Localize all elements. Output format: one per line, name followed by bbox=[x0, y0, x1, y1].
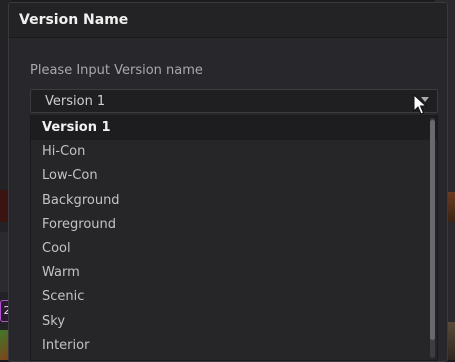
dropdown-option-warm[interactable]: Warm bbox=[31, 261, 437, 285]
dropdown-scrollbar-thumb[interactable] bbox=[430, 120, 435, 340]
dropdown-option-interior[interactable]: Interior bbox=[31, 334, 437, 358]
dropdown-option-cool[interactable]: Cool bbox=[31, 237, 437, 261]
dropdown-option-background[interactable]: Background bbox=[31, 189, 437, 213]
version-name-prompt: Please Input Version name bbox=[30, 63, 203, 78]
version-name-value[interactable]: Version 1 bbox=[45, 94, 105, 109]
dropdown-option-foreground[interactable]: Foreground bbox=[31, 213, 437, 237]
dropdown-option-scenic[interactable]: Scenic bbox=[31, 285, 437, 309]
dropdown-option-version-1[interactable]: Version 1 bbox=[31, 116, 437, 141]
version-name-dropdown-list: Version 1 Hi-Con Low-Con Background Fore… bbox=[30, 115, 438, 361]
dialog-title-bar: Version Name bbox=[9, 3, 447, 38]
dropdown-option-hi-con[interactable]: Hi-Con bbox=[31, 140, 437, 164]
mouse-cursor-icon bbox=[413, 94, 427, 115]
version-name-dialog: Version Name Please Input Version name V… bbox=[8, 2, 448, 362]
dropdown-option-sky[interactable]: Sky bbox=[31, 310, 437, 334]
dialog-title: Version Name bbox=[19, 12, 129, 28]
dropdown-option-low-con[interactable]: Low-Con bbox=[31, 164, 437, 188]
version-name-combobox[interactable]: Version 1 bbox=[30, 89, 438, 113]
